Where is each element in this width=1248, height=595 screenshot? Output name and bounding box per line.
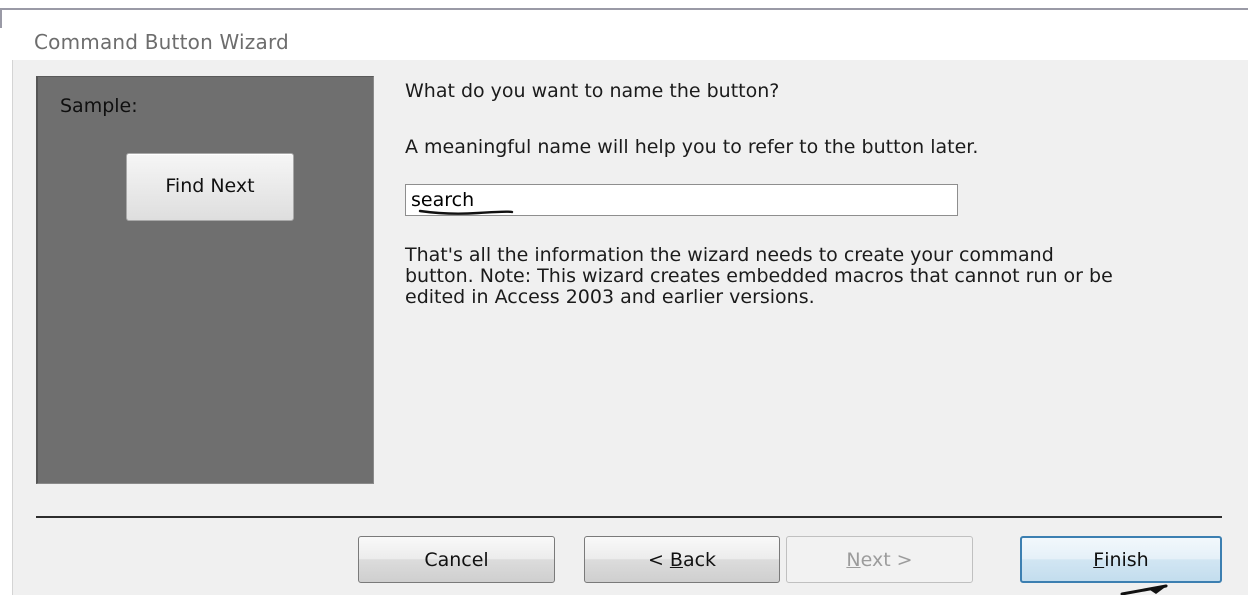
back-button-mnemonic: B <box>669 548 683 571</box>
cancel-button-label: Cancel <box>424 548 489 571</box>
next-button[interactable]: Next > <box>786 536 973 583</box>
window-title: Command Button Wizard <box>34 30 289 54</box>
hint-text: A meaningful name will help you to refer… <box>405 136 979 158</box>
sample-button-preview: Find Next <box>126 153 294 221</box>
finish-button-rest: inish <box>1104 548 1149 571</box>
info-text: That's all the information the wizard ne… <box>405 244 1113 308</box>
back-button-rest: ack <box>682 548 717 571</box>
window-left-border <box>0 8 2 28</box>
finish-button-mnemonic: F <box>1093 548 1105 571</box>
finish-button[interactable]: Finish <box>1020 536 1222 583</box>
sample-label: Sample: <box>60 95 138 117</box>
button-name-input[interactable] <box>405 184 958 216</box>
back-button-prefix: < <box>647 548 670 571</box>
sample-panel: Sample: Find Next <box>36 76 374 484</box>
question-text: What do you want to name the button? <box>405 80 780 102</box>
footer-divider <box>36 516 1222 518</box>
cancel-button[interactable]: Cancel <box>358 536 555 583</box>
next-button-rest: ext > <box>860 548 913 571</box>
next-button-mnemonic: N <box>846 548 861 571</box>
window-top-border <box>0 8 1248 10</box>
back-button[interactable]: < Back <box>584 536 780 583</box>
